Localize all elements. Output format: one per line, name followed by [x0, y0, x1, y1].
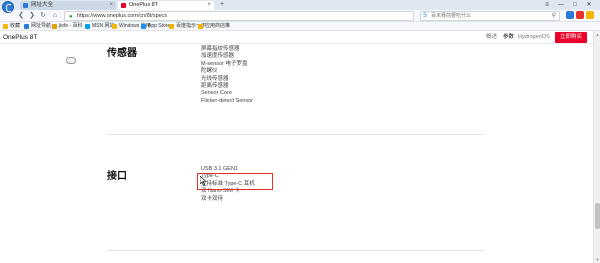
navigation-bar: ❮ ❯ ↻ ⌂ ● https://www.oneplus.com/cn/8t/…	[0, 10, 600, 22]
address-bar[interactable]: ● https://www.oneplus.com/cn/8t/specs	[64, 11, 414, 21]
extension-icon[interactable]	[586, 11, 594, 19]
spec-item: Flicker-detect Sensor	[201, 97, 253, 104]
buy-now-button[interactable]: 立即购买	[555, 32, 587, 43]
browser-titlebar: 网址大全 × OnePlus 8T × + ≡ — □ ✕	[0, 0, 600, 13]
tab-close-icon[interactable]: ×	[207, 1, 211, 10]
folder-icon	[112, 24, 117, 29]
spec-item: 加速度传感器	[201, 53, 235, 60]
folder-icon	[169, 24, 174, 29]
maximize-button[interactable]: □	[568, 0, 582, 10]
tab-close-icon[interactable]: ×	[109, 1, 113, 10]
vertical-scrollbar[interactable]: ▲ ▼	[593, 31, 600, 263]
nav-specs[interactable]: 参数	[503, 33, 514, 42]
scroll-down-icon[interactable]: ▼	[594, 256, 600, 263]
search-icon[interactable]: ⚲	[552, 12, 556, 20]
spec-item: Sensor Core	[201, 90, 232, 97]
close-window-button[interactable]: ✕	[582, 0, 596, 10]
app-store-icon	[141, 24, 146, 29]
folder-icon	[52, 24, 57, 29]
section-divider	[107, 134, 484, 135]
spec-item: 陀螺仪	[201, 68, 218, 75]
back-icon[interactable]: ❮	[16, 11, 26, 21]
spec-content: 传感器 屏幕指纹传感器 加速度传感器 M-sensor 电子罗盘 陀螺仪 光线传…	[0, 44, 593, 263]
bookmark-item[interactable]: 应用商店推	[198, 22, 230, 31]
minimize-button[interactable]: —	[554, 0, 568, 10]
browser-logo-icon[interactable]	[2, 1, 14, 13]
star-icon	[3, 24, 8, 29]
product-name[interactable]: OnePlus 8T	[3, 33, 37, 42]
tab-favicon-icon	[23, 3, 28, 8]
tab-favicon-icon	[121, 3, 126, 8]
forward-icon[interactable]: ❯	[27, 11, 37, 21]
bookmark-item[interactable]: App Store	[141, 22, 170, 31]
new-tab-button[interactable]: +	[217, 1, 227, 9]
extension-icon[interactable]	[576, 11, 584, 19]
section-title-ports: 接口	[107, 171, 127, 182]
scrollbar-thumb[interactable]	[595, 203, 600, 229]
home-icon[interactable]: ⌂	[50, 11, 60, 21]
tab-title: OnePlus 8T	[129, 2, 159, 8]
bookmark-item[interactable]: jiefe - 百科	[52, 22, 83, 31]
search-engine-icon[interactable]: S	[423, 12, 427, 20]
highlight-box	[197, 173, 273, 190]
search-box[interactable]: S ⚲	[420, 11, 560, 21]
scroll-up-icon[interactable]: ▲	[594, 31, 600, 38]
bookmark-favicon-icon	[24, 24, 29, 29]
section-title-sensors: 传感器	[107, 48, 137, 59]
address-url[interactable]: https://www.oneplus.com/cn/8t/specs	[77, 12, 167, 20]
bookmarks-bar: 收藏 网址导航 jiefe - 百科 MSN 网站 Windows 应用 App…	[0, 22, 600, 31]
spec-item: 双卡双待	[201, 195, 224, 202]
tab-nav-home[interactable]: 网址大全 ×	[20, 1, 116, 10]
section-divider	[107, 250, 484, 251]
tab-oneplus[interactable]: OnePlus 8T ×	[118, 1, 214, 10]
folder-icon	[85, 24, 90, 29]
bookmark-item[interactable]: MSN 网站	[85, 22, 115, 31]
secure-lock-icon: ●	[69, 14, 73, 20]
mouse-cursor-icon	[200, 176, 207, 186]
spec-item: 距离传感器	[201, 83, 229, 89]
refresh-icon[interactable]: ↻	[38, 11, 48, 21]
search-input[interactable]	[431, 12, 541, 20]
nav-hydrogenos[interactable]: HydrogenOS	[518, 33, 550, 42]
site-header: OnePlus 8T 概述 参数 HydrogenOS 立即购买	[0, 31, 593, 44]
extension-icon[interactable]	[566, 11, 574, 19]
folder-icon	[198, 24, 203, 29]
bookmark-item[interactable]: 网址导航	[24, 22, 51, 31]
nav-overview[interactable]: 概述	[486, 33, 497, 42]
bookmark-item[interactable]: 收藏	[3, 22, 20, 31]
chat-icon[interactable]	[66, 57, 76, 64]
spec-item: 光线传感器	[201, 75, 229, 82]
tab-title: 网址大全	[31, 2, 54, 8]
menu-button[interactable]: ≡	[540, 0, 554, 10]
